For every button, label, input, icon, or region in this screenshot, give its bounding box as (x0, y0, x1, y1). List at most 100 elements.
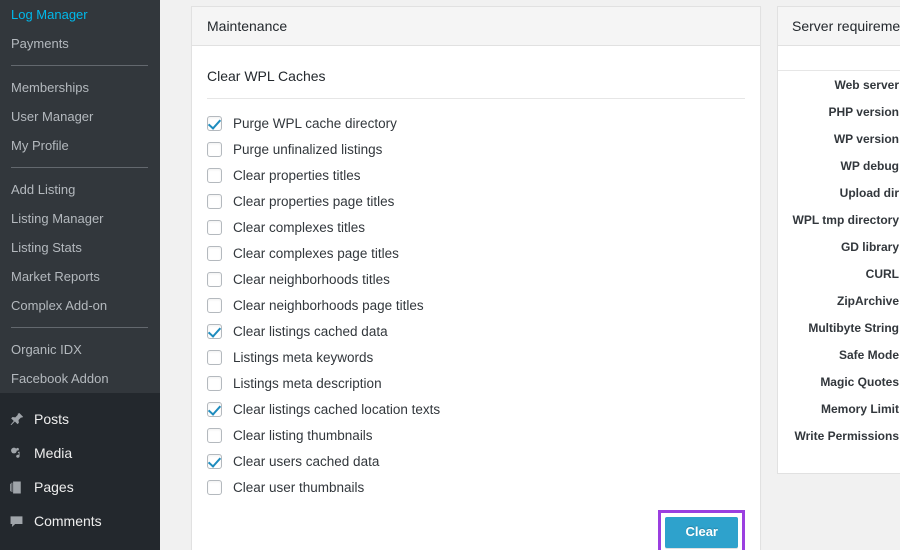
server-requirement-row: CURL (778, 260, 900, 287)
server-requirement-row: Safe Mode (778, 341, 900, 368)
cache-option-checkbox[interactable] (207, 193, 222, 209)
maintenance-panel: Maintenance Clear WPL Caches Purge WPL c… (191, 6, 761, 550)
sidebar-core-menu: PostsMediaPagesCommentsAppearance (0, 393, 160, 550)
cache-option-row[interactable]: Purge unfinalized listings (207, 136, 745, 162)
cache-option-row[interactable]: Clear properties page titles (207, 188, 745, 214)
cache-option-label[interactable]: Clear neighborhoods titles (233, 272, 390, 287)
cache-option-row[interactable]: Clear user thumbnails (207, 474, 745, 500)
sidebar-separator (11, 327, 148, 328)
sidebar-item-label: Facebook Addon (11, 371, 109, 386)
cache-option-checkbox[interactable] (207, 375, 222, 391)
cache-option-checkbox[interactable] (207, 453, 222, 469)
server-requirement-label: Memory Limit (820, 401, 899, 416)
cache-option-row[interactable]: Clear listings cached location texts (207, 396, 745, 422)
sidebar-item-label: Memberships (11, 80, 90, 95)
sidebar-separator (11, 65, 148, 66)
sidebar-item-label: Comments (34, 513, 102, 529)
sidebar-item-label: Log Manager (11, 7, 88, 22)
cache-option-row[interactable]: Clear neighborhoods titles (207, 266, 745, 292)
cache-option-checkbox[interactable] (207, 271, 222, 287)
cache-option-row[interactable]: Clear complexes page titles (207, 240, 745, 266)
server-requirement-label: Magic Quotes (820, 374, 899, 389)
cache-option-row[interactable]: Clear properties titles (207, 162, 745, 188)
cache-option-label[interactable]: Clear complexes titles (233, 220, 365, 235)
cache-option-checkbox[interactable] (207, 115, 222, 131)
cache-option-checkbox[interactable] (207, 167, 222, 183)
server-requirements-body: Web server PHP version WP version WP debug U… (778, 46, 900, 473)
cache-option-row[interactable]: Listings meta description (207, 370, 745, 396)
cache-option-checkbox[interactable] (207, 245, 222, 261)
cache-checkbox-list: Purge WPL cache directory Purge unfinaliz… (207, 99, 745, 500)
cache-option-label[interactable]: Listings meta keywords (233, 350, 373, 365)
sidebar-item-facebook-addon[interactable]: Facebook Addon (0, 364, 160, 393)
sidebar-item-comments[interactable]: Comments (0, 504, 160, 538)
comment-icon (8, 511, 34, 531)
pushpin-icon (8, 409, 34, 429)
cache-option-row[interactable]: Clear listing thumbnails (207, 422, 745, 448)
server-requirements-list: Web server PHP version WP version WP debug U… (778, 71, 900, 449)
cache-option-label[interactable]: Clear properties page titles (233, 194, 394, 209)
sidebar-item-label: Listing Stats (11, 240, 82, 255)
cache-option-checkbox[interactable] (207, 141, 222, 157)
sidebar-item-label: Posts (34, 411, 70, 427)
cache-option-row[interactable]: Listings meta keywords (207, 344, 745, 370)
cache-option-row[interactable]: Purge WPL cache directory (207, 110, 745, 136)
pages-icon (8, 477, 34, 497)
admin-screen: Log Manager Payments Memberships User Manag… (0, 0, 900, 550)
sidebar-item-log-manager[interactable]: Log Manager (0, 0, 160, 29)
maintenance-panel-body: Clear WPL Caches Purge WPL cache directo… (192, 46, 760, 550)
cache-option-label[interactable]: Clear listings cached location texts (233, 402, 440, 417)
cache-option-checkbox[interactable] (207, 349, 222, 365)
sidebar-item-payments[interactable]: Payments (0, 29, 160, 58)
server-requirement-row: GD library (778, 233, 900, 260)
cache-option-label[interactable]: Clear listings cached data (233, 324, 388, 339)
cache-option-row[interactable]: Clear neighborhoods page titles (207, 292, 745, 318)
sidebar-item-media[interactable]: Media (0, 436, 160, 470)
server-requirement-label: WP debug (840, 158, 899, 173)
server-requirement-row: WP debug (778, 152, 900, 179)
sidebar-item-add-listing[interactable]: Add Listing (0, 175, 160, 204)
cache-option-checkbox[interactable] (207, 427, 222, 443)
sidebar-item-label: Listing Manager (11, 211, 104, 226)
sidebar-item-complex-add-on[interactable]: Complex Add-on (0, 291, 160, 320)
cache-option-label[interactable]: Clear user thumbnails (233, 480, 364, 495)
cache-option-label[interactable]: Purge unfinalized listings (233, 142, 382, 157)
cache-option-label[interactable]: Clear listing thumbnails (233, 428, 373, 443)
sidebar-item-listing-manager[interactable]: Listing Manager (0, 204, 160, 233)
sidebar-item-posts[interactable]: Posts (0, 402, 160, 436)
sidebar-item-label: Payments (11, 36, 69, 51)
cache-option-label[interactable]: Purge WPL cache directory (233, 116, 397, 131)
server-requirement-label: Multibyte String (808, 320, 899, 335)
cache-option-label[interactable]: Clear neighborhoods page titles (233, 298, 424, 313)
cache-option-checkbox[interactable] (207, 401, 222, 417)
cache-option-checkbox[interactable] (207, 479, 222, 495)
cache-option-label[interactable]: Listings meta description (233, 376, 382, 391)
server-requirement-label: WPL tmp directory (792, 212, 899, 227)
server-requirement-row: ZipArchive (778, 287, 900, 314)
cache-option-row[interactable]: Clear users cached data (207, 448, 745, 474)
server-requirement-label: Upload dir (839, 185, 899, 200)
sidebar-item-memberships[interactable]: Memberships (0, 73, 160, 102)
sidebar-item-market-reports[interactable]: Market Reports (0, 262, 160, 291)
sidebar-item-label: Media (34, 445, 73, 461)
sidebar-item-listing-stats[interactable]: Listing Stats (0, 233, 160, 262)
page-title: Maintenance (207, 18, 288, 34)
clear-button[interactable]: Clear (665, 517, 738, 548)
cache-option-row[interactable]: Clear listings cached data (207, 318, 745, 344)
server-requirement-label: ZipArchive (836, 293, 899, 308)
cache-option-label[interactable]: Clear properties titles (233, 168, 361, 183)
server-requirement-row: Write Permissions (778, 422, 900, 449)
cache-option-checkbox[interactable] (207, 219, 222, 235)
cache-option-label[interactable]: Clear users cached data (233, 454, 379, 469)
sidebar-item-pages[interactable]: Pages (0, 470, 160, 504)
sidebar-item-user-manager[interactable]: User Manager (0, 102, 160, 131)
sidebar-item-label: Add Listing (11, 182, 76, 197)
sidebar-item-my-profile[interactable]: My Profile (0, 131, 160, 160)
cache-option-row[interactable]: Clear complexes titles (207, 214, 745, 240)
cache-option-checkbox[interactable] (207, 323, 222, 339)
cache-option-label[interactable]: Clear complexes page titles (233, 246, 399, 261)
sidebar-item-organic-idx[interactable]: Organic IDX (0, 335, 160, 364)
cache-option-checkbox[interactable] (207, 297, 222, 313)
server-requirements-panel: Server requirements Web server PHP versio… (777, 6, 900, 474)
media-icon (8, 443, 34, 463)
